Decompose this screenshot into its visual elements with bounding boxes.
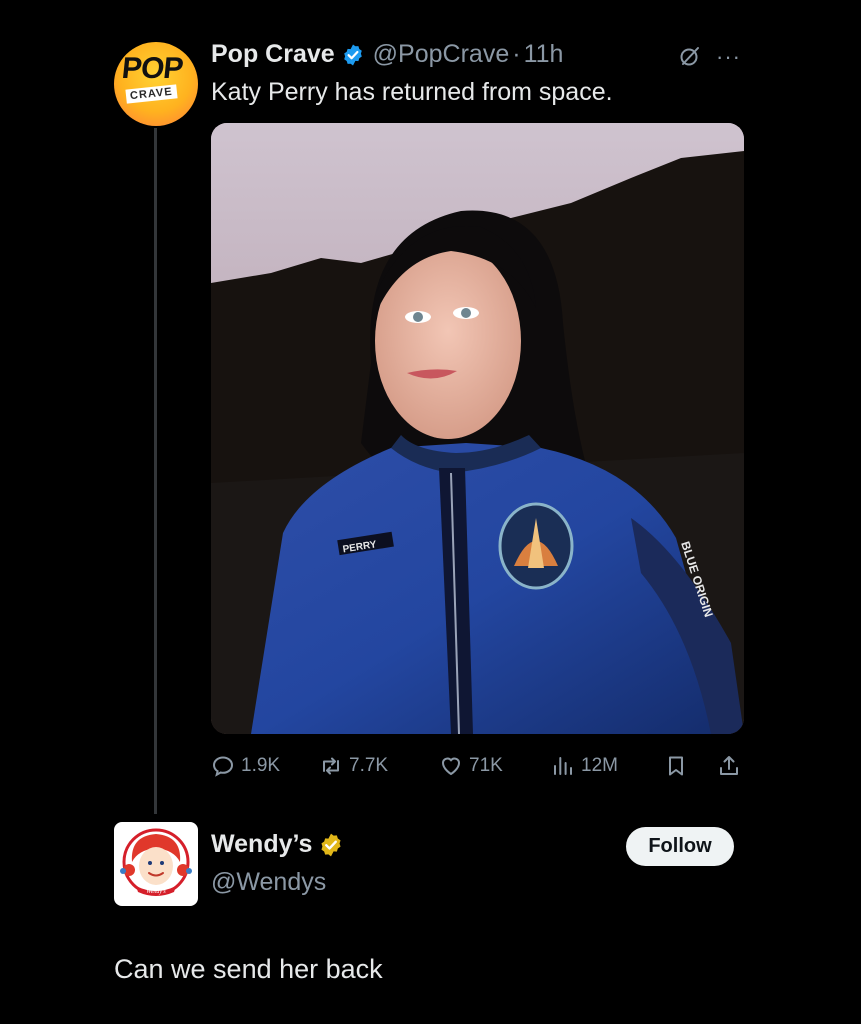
like-button[interactable]: 71K [439,751,503,781]
follow-button[interactable]: Follow [626,827,734,866]
tweet-action-bar: 1.9K 7.7K 71K 12M [211,751,751,781]
tweet-text: Katy Perry has returned from space. [211,78,613,106]
views-icon [554,757,572,775]
share-button[interactable] [717,751,741,781]
wendys-handle[interactable]: @Wendys [211,868,326,897]
reply-count: 1.9K [241,755,281,776]
heart-icon [441,757,461,776]
avatar-pop-word: POP [120,52,185,85]
tweet-media-image[interactable]: PERRY BLUE ORIGIN [211,123,744,734]
verified-icon [343,44,362,65]
grok-icon[interactable] [678,44,702,68]
more-icon[interactable]: ··· [716,46,741,68]
display-name[interactable]: Pop Crave [211,40,335,69]
like-count: 71K [469,755,503,776]
views-button[interactable]: 12M [551,751,618,781]
reply-icon [212,756,234,777]
separator-dot: · [512,40,521,68]
tweet-header: Pop Crave @PopCrave · 11h [211,40,563,69]
view-count: 12M [581,755,618,776]
repost-button[interactable]: 7.7K [319,751,388,781]
wendys-logo-icon: Wendy's [120,828,192,896]
handle[interactable]: @PopCrave [373,40,510,69]
verified-gold-icon [321,833,341,856]
repost-count: 7.7K [349,755,389,776]
bookmark-button[interactable] [664,751,688,781]
thread-connector-line [154,128,157,814]
retweet-icon [323,757,339,775]
reply-text: Can we send her back [114,954,383,984]
reply-button[interactable]: 1.9K [211,751,280,781]
bookmark-icon [669,756,683,776]
timestamp[interactable]: 11h [524,40,564,69]
wendys-display-name[interactable]: Wendy’s [211,830,312,859]
wendys-logo-word: Wendy's [146,889,166,895]
share-icon [720,756,738,775]
avatar[interactable]: POP CRAVE [114,42,198,126]
media-illustration: PERRY BLUE ORIGIN [211,123,744,734]
wendys-avatar[interactable]: Wendy's [114,822,198,906]
wendys-name-row: Wendy’s [211,830,344,859]
avatar-crave-word: CRAVE [125,84,178,104]
